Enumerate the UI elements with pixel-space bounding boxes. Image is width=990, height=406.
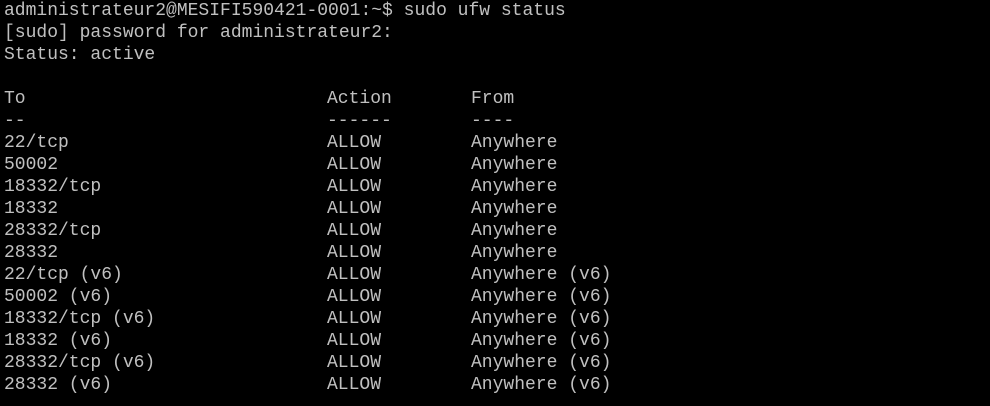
header-from: From <box>471 89 515 109</box>
rule-to: 18332 <box>4 199 59 219</box>
rule-from: Anywhere (v6) <box>471 331 612 351</box>
table-row: 50002 (v6) ALLOW Anywhere (v6) <box>4 286 990 308</box>
rule-action: ALLOW <box>327 353 382 373</box>
rule-action: ALLOW <box>327 243 382 263</box>
rule-to: 18332/tcp <box>4 177 102 197</box>
rule-from: Anywhere (v6) <box>471 309 612 329</box>
rule-to: 50002 (v6) <box>4 287 113 307</box>
rule-action: ALLOW <box>327 177 382 197</box>
rule-to: 28332 <box>4 243 59 263</box>
rule-action: ALLOW <box>327 133 382 153</box>
table-row: 18332/tcp ALLOW Anywhere <box>4 176 990 198</box>
rule-to: 28332/tcp <box>4 221 102 241</box>
sudo-password-prompt: [sudo] password for administrateur2: <box>4 23 393 43</box>
rule-from: Anywhere <box>471 177 558 197</box>
table-row: 18332 (v6) ALLOW Anywhere (v6) <box>4 330 990 352</box>
table-row: 22/tcp (v6) ALLOW Anywhere (v6) <box>4 264 990 286</box>
rule-from: Anywhere <box>471 155 558 175</box>
rule-action: ALLOW <box>327 331 382 351</box>
table-row: 50002 ALLOW Anywhere <box>4 154 990 176</box>
rule-action: ALLOW <box>327 199 382 219</box>
command-prompt-line: administrateur2@MESIFI590421-0001:~$ sud… <box>4 1 566 21</box>
rule-to: 22/tcp (v6) <box>4 265 123 285</box>
rule-to: 18332 (v6) <box>4 331 113 351</box>
rule-to: 28332/tcp (v6) <box>4 353 156 373</box>
rule-action: ALLOW <box>327 287 382 307</box>
table-row: 28332/tcp ALLOW Anywhere <box>4 220 990 242</box>
status-line: Status: active <box>4 45 156 65</box>
header-to: To <box>4 89 26 109</box>
separator-action: ------ <box>327 111 392 131</box>
rule-action: ALLOW <box>327 375 382 395</box>
rule-action: ALLOW <box>327 309 382 329</box>
rule-action: ALLOW <box>327 265 382 285</box>
rule-to: 28332 (v6) <box>4 375 113 395</box>
table-row: 28332 ALLOW Anywhere <box>4 242 990 264</box>
rule-from: Anywhere <box>471 133 558 153</box>
rule-from: Anywhere (v6) <box>471 375 612 395</box>
rule-from: Anywhere <box>471 221 558 241</box>
table-row: 18332/tcp (v6) ALLOW Anywhere (v6) <box>4 308 990 330</box>
rule-from: Anywhere (v6) <box>471 265 612 285</box>
terminal-window[interactable]: administrateur2@MESIFI590421-0001:~$ sud… <box>0 0 990 406</box>
separator-to: -- <box>4 111 26 131</box>
table-header-row: To Action From <box>4 88 990 110</box>
table-row: 22/tcp ALLOW Anywhere <box>4 132 990 154</box>
table-row: 18332 ALLOW Anywhere <box>4 198 990 220</box>
rule-to: 22/tcp <box>4 133 69 153</box>
rule-to: 50002 <box>4 155 59 175</box>
table-row: 28332 (v6) ALLOW Anywhere (v6) <box>4 374 990 396</box>
rule-action: ALLOW <box>327 221 382 241</box>
rule-from: Anywhere (v6) <box>471 353 612 373</box>
rule-from: Anywhere <box>471 199 558 219</box>
table-separator-row: -- ------ ---- <box>4 110 990 132</box>
table-row: 28332/tcp (v6) ALLOW Anywhere (v6) <box>4 352 990 374</box>
header-action: Action <box>327 89 392 109</box>
rule-from: Anywhere <box>471 243 558 263</box>
rule-from: Anywhere (v6) <box>471 287 612 307</box>
rule-action: ALLOW <box>327 155 382 175</box>
rule-to: 18332/tcp (v6) <box>4 309 156 329</box>
separator-from: ---- <box>471 111 515 131</box>
